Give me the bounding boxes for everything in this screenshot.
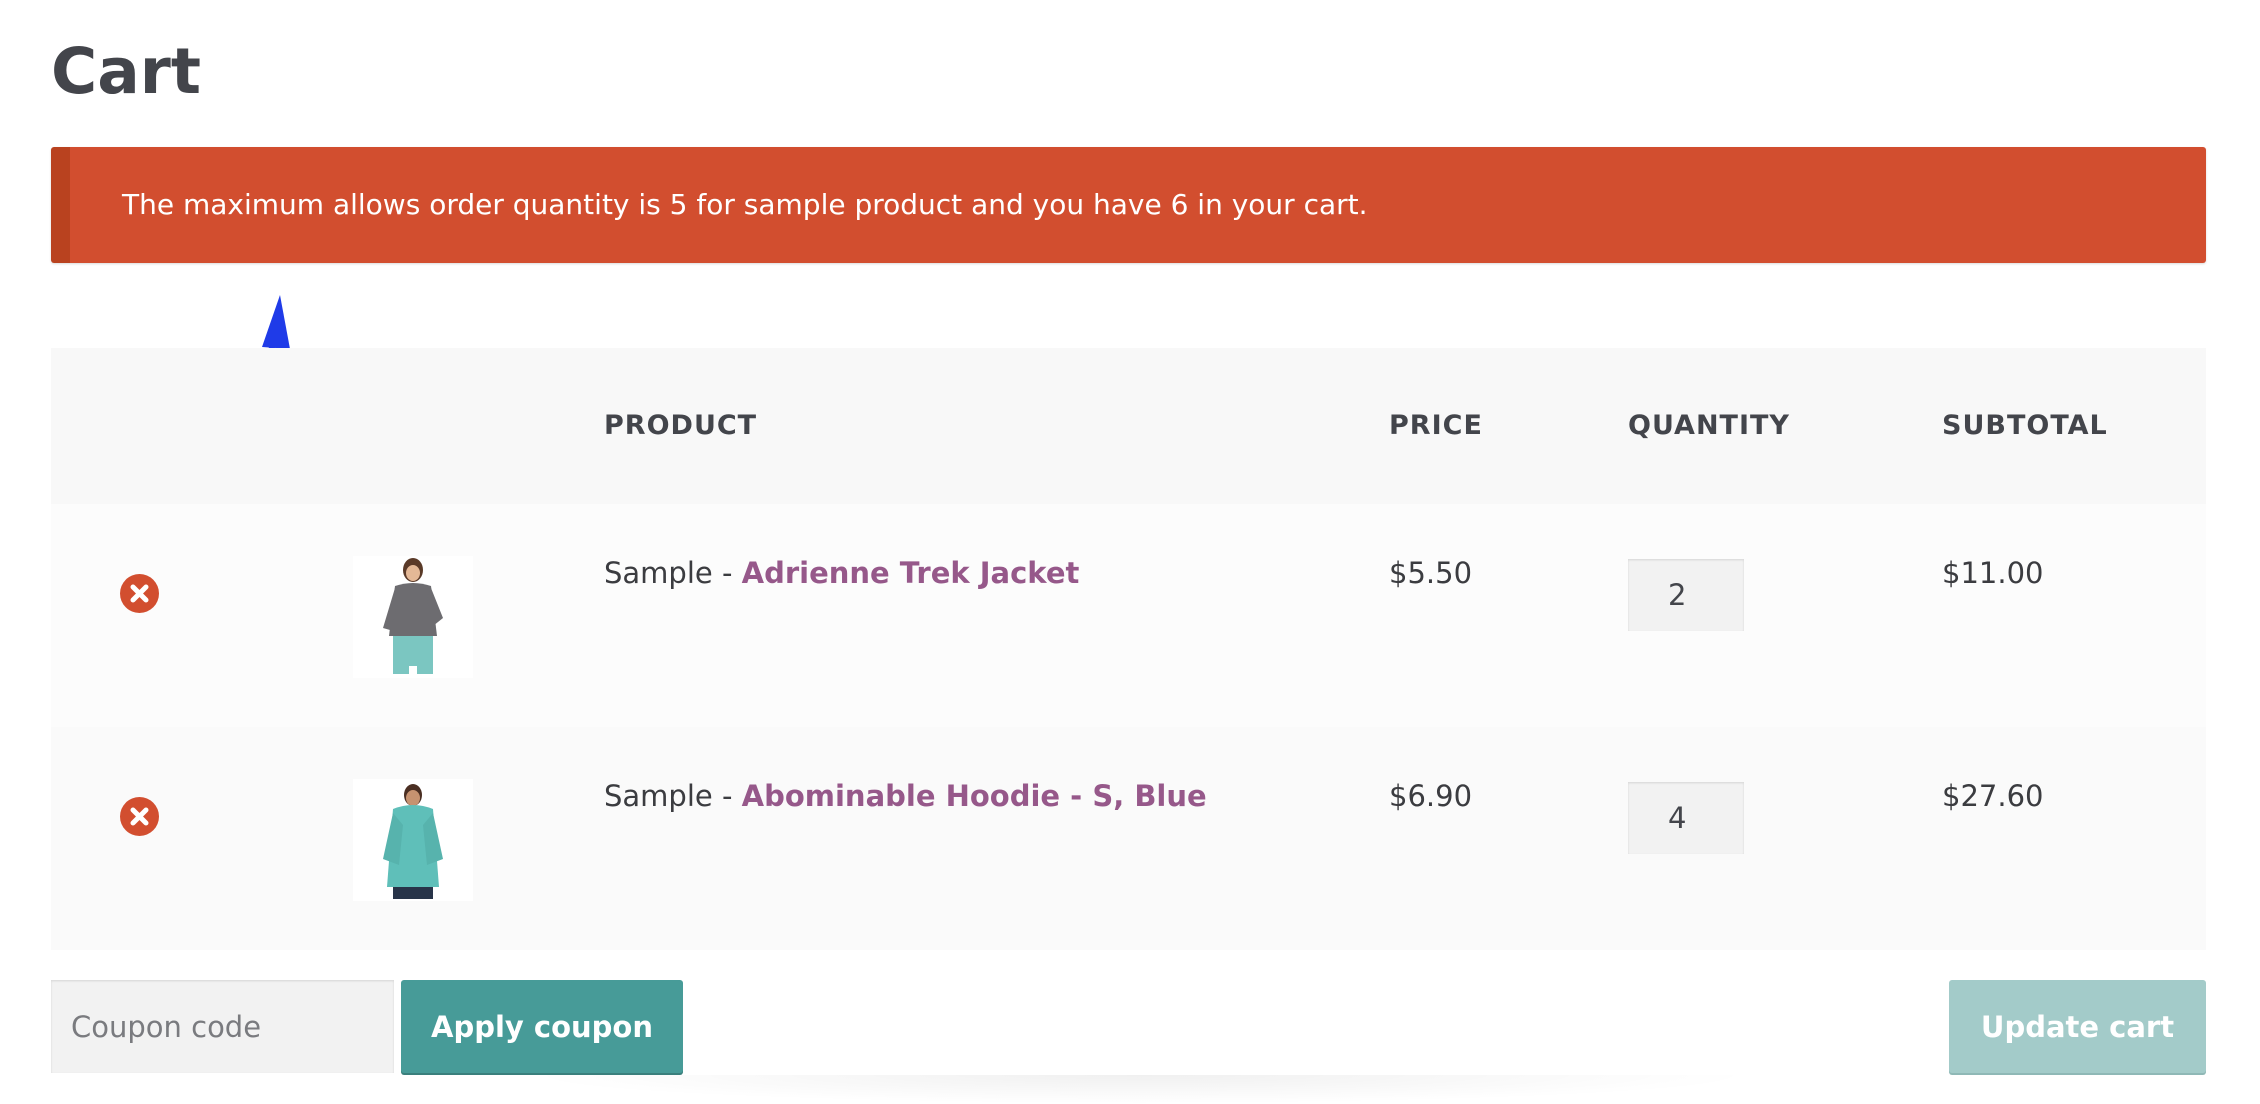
coupon-code-input[interactable] bbox=[51, 980, 394, 1073]
header-product: PRODUCT bbox=[604, 410, 758, 441]
product-link[interactable]: Adrienne Trek Jacket bbox=[742, 556, 1080, 590]
bottom-shadow bbox=[520, 1075, 1760, 1104]
update-cart-button[interactable]: Update cart bbox=[1949, 980, 2206, 1073]
page-title: Cart bbox=[51, 35, 201, 108]
header-quantity: QUANTITY bbox=[1628, 410, 1790, 441]
remove-item-button[interactable] bbox=[120, 574, 159, 613]
product-prefix: Sample - bbox=[604, 779, 742, 813]
product-price: $6.90 bbox=[1389, 779, 1473, 813]
teal-hoodie-thumbnail bbox=[383, 784, 443, 899]
product-subtotal: $27.60 bbox=[1942, 779, 2044, 813]
gray-jacket-thumbnail bbox=[383, 558, 443, 674]
error-notice: The maximum allows order quantity is 5 f… bbox=[51, 147, 2206, 263]
table-row: Sample - Adrienne Trek Jacket $5.50 $11.… bbox=[51, 504, 2206, 727]
cart-table: PRODUCT PRICE QUANTITY SUBTOTAL Sample -… bbox=[51, 348, 2206, 950]
close-icon bbox=[130, 584, 149, 603]
product-thumbnail[interactable] bbox=[353, 556, 473, 678]
apply-coupon-button[interactable]: Apply coupon bbox=[401, 980, 683, 1073]
cart-page: Cart The maximum allows order quantity i… bbox=[0, 0, 2260, 1104]
product-price: $5.50 bbox=[1389, 556, 1473, 590]
table-row: Sample - Abominable Hoodie - S, Blue $6.… bbox=[51, 727, 2206, 950]
header-price: PRICE bbox=[1389, 410, 1483, 441]
close-icon bbox=[130, 807, 149, 826]
header-subtotal: SUBTOTAL bbox=[1942, 410, 2108, 441]
product-link[interactable]: Abominable Hoodie - S, Blue bbox=[742, 779, 1207, 813]
quantity-input[interactable] bbox=[1628, 559, 1744, 631]
product-subtotal: $11.00 bbox=[1942, 556, 2044, 590]
product-prefix: Sample - bbox=[604, 556, 742, 590]
product-thumbnail[interactable] bbox=[353, 779, 473, 901]
table-header: PRODUCT PRICE QUANTITY SUBTOTAL bbox=[51, 348, 2206, 504]
cart-actions: Apply coupon Update cart bbox=[51, 980, 2206, 1074]
product-name-cell: Sample - Abominable Hoodie - S, Blue bbox=[604, 779, 1207, 813]
quantity-input[interactable] bbox=[1628, 782, 1744, 854]
remove-item-button[interactable] bbox=[120, 797, 159, 836]
error-notice-message: The maximum allows order quantity is 5 f… bbox=[122, 188, 1368, 221]
product-name-cell: Sample - Adrienne Trek Jacket bbox=[604, 556, 1079, 590]
